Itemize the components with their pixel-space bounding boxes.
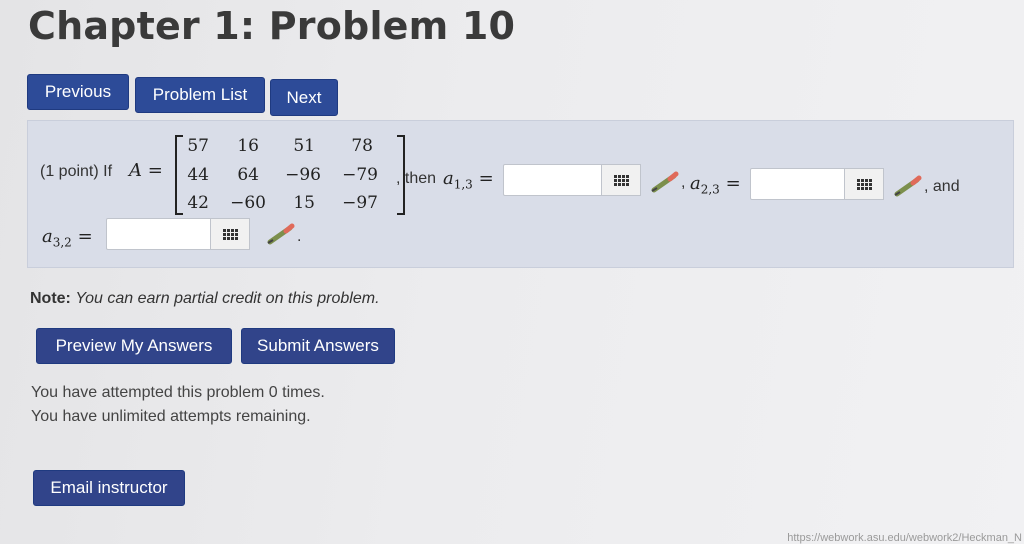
status-url: https://webwork.asu.edu/webwork2/Heckman… [787, 532, 1022, 544]
a13-answer-field[interactable] [504, 165, 602, 195]
next-button[interactable]: Next [270, 79, 338, 116]
matrix-cell: 16 [237, 136, 259, 156]
submit-answers-button[interactable]: Submit Answers [241, 328, 395, 364]
pencil-icon[interactable] [650, 170, 680, 194]
then-text: , then [396, 170, 437, 187]
matrix-cell: −97 [342, 193, 378, 213]
matrix-cell: −60 [230, 193, 266, 213]
a13-label: a1,3 = [443, 168, 494, 192]
keypad-icon [222, 228, 238, 240]
page-title: Chapter 1: Problem 10 [28, 4, 516, 48]
problem-list-button[interactable]: Problem List [135, 77, 265, 113]
period-text: . [297, 228, 302, 245]
matrix-a: 57 16 51 78 44 64 −96 −79 42 −60 15 −97 [175, 133, 405, 217]
a13-equation-editor-button[interactable] [601, 164, 641, 196]
a23-label: a2,3 = [690, 173, 741, 197]
matrix-cell: 42 [187, 193, 209, 213]
preview-answers-button[interactable]: Preview My Answers [36, 328, 232, 364]
a23-equation-editor-button[interactable] [844, 168, 884, 200]
a32-answer-input[interactable] [106, 218, 212, 250]
matrix-cell: 78 [351, 136, 373, 156]
a32-label: a3,2 = [42, 226, 93, 250]
a13-answer-input[interactable] [503, 164, 603, 196]
partial-credit-note: Note: You can earn partial credit on thi… [30, 290, 380, 307]
matrix-name: A = [129, 160, 163, 181]
matrix-cell: −79 [342, 165, 378, 185]
a23-answer-field[interactable] [751, 169, 845, 199]
email-instructor-button[interactable]: Email instructor [33, 470, 185, 506]
problem-points-text: (1 point) If [40, 163, 113, 180]
attempts-remaining-text: You have unlimited attempts remaining. [31, 408, 311, 425]
matrix-cell: 44 [187, 165, 209, 185]
matrix-cell: −96 [285, 165, 321, 185]
pencil-icon[interactable] [266, 222, 296, 246]
attempts-count-text: You have attempted this problem 0 times. [31, 384, 325, 401]
matrix-cell: 51 [293, 136, 315, 156]
a23-answer-input[interactable] [750, 168, 846, 200]
previous-button[interactable]: Previous [27, 74, 129, 110]
and-text: , and [924, 178, 960, 195]
matrix-cell: 15 [293, 193, 315, 213]
matrix-cell: 64 [237, 165, 259, 185]
keypad-icon [856, 178, 872, 190]
a32-answer-field[interactable] [107, 219, 211, 249]
pencil-icon[interactable] [893, 174, 923, 198]
comma-text: , [681, 174, 686, 191]
matrix-cell: 57 [187, 136, 209, 156]
keypad-icon [613, 174, 629, 186]
a32-equation-editor-button[interactable] [210, 218, 250, 250]
